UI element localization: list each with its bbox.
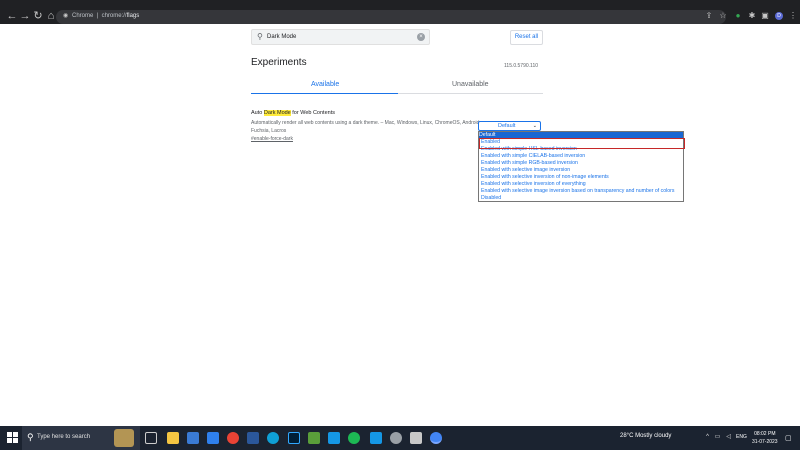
weather-widget[interactable]: 28°C Mostly cloudy — [620, 433, 671, 439]
option-selective-everything[interactable]: Enabled with selective inversion of ever… — [481, 181, 683, 188]
search-match-highlight: Dark Mode — [263, 110, 291, 116]
notification-icon[interactable]: ▢ — [785, 434, 792, 442]
profile-avatar[interactable]: D — [775, 12, 783, 20]
option-enabled-cielab[interactable]: Enabled with simple CIELAB-based inversi… — [481, 153, 683, 160]
flag-title-suffix: for Web Contents — [290, 110, 335, 116]
reset-all-button[interactable]: Reset all — [510, 30, 543, 45]
address-bar[interactable]: ◉ Chrome | chrome://flags — [56, 10, 726, 24]
task-view-icon[interactable] — [145, 432, 157, 444]
version-label: 115.0.5790.110 — [504, 63, 539, 69]
flags-page — [0, 24, 800, 426]
clear-search-icon[interactable]: × — [417, 33, 425, 41]
option-enabled-rgb[interactable]: Enabled with simple RGB-based inversion — [481, 160, 683, 167]
photoshop-icon[interactable] — [288, 432, 300, 444]
select-value: Default — [498, 123, 516, 129]
search-icon: ⚲ — [27, 432, 34, 442]
url-text: Chrome | chrome://flags — [72, 13, 140, 19]
option-selective-transparency[interactable]: Enabled with selective image inversion b… — [481, 188, 683, 195]
file-explorer-icon[interactable] — [167, 432, 179, 444]
settings-gear-icon[interactable] — [390, 432, 402, 444]
windows-taskbar: ⚲ Type here to search 28°C Mostly cloudy… — [0, 426, 800, 450]
tab-unavailable[interactable]: Unavailable — [452, 81, 489, 88]
chrome-active-icon[interactable] — [430, 432, 442, 444]
page-title: Experiments — [251, 57, 307, 68]
store-icon[interactable] — [187, 432, 199, 444]
url-prefix: chrome:// — [101, 13, 127, 19]
clock[interactable]: 08:02 PM 31-07-2023 — [752, 430, 778, 446]
app-icon[interactable] — [410, 432, 422, 444]
menu-dots-icon[interactable]: ⋮ — [789, 12, 797, 20]
search-highlight-image-icon[interactable] — [114, 429, 134, 447]
extensions-puzzle-icon[interactable]: ✱ — [748, 12, 756, 20]
clock-date: 31-07-2023 — [752, 439, 778, 445]
active-tab-indicator — [251, 93, 398, 94]
share-icon[interactable]: ⇪ — [705, 12, 713, 20]
flag-anchor-link[interactable]: #enable-force-dark — [251, 136, 293, 142]
option-selective-non-image[interactable]: Enabled with selective inversion of non-… — [481, 174, 683, 181]
flag-description: Automatically render all web contents us… — [251, 120, 481, 134]
side-panel-icon[interactable]: ▣ — [761, 12, 769, 20]
bookmark-star-icon[interactable]: ☆ — [719, 12, 727, 20]
volume-icon[interactable]: ◁ — [725, 434, 732, 441]
language-indicator[interactable]: ENG — [736, 434, 747, 440]
notepad-icon[interactable] — [308, 432, 320, 444]
option-disabled[interactable]: Disabled — [481, 195, 683, 202]
network-icon[interactable]: ▭ — [714, 434, 721, 441]
url-path: flags — [126, 13, 140, 19]
windows-start-icon[interactable] — [7, 432, 18, 443]
chevron-up-icon[interactable]: ^ — [704, 434, 711, 441]
extension-green-icon[interactable]: ● — [734, 12, 742, 20]
url-site-label: Chrome — [72, 13, 94, 19]
enabled-option-highlight-box — [479, 138, 685, 149]
search-icon: ⚲ — [257, 32, 263, 41]
taskbar-search-placeholder: Type here to search — [37, 434, 91, 440]
chevron-down-icon: ⌄ — [532, 123, 537, 129]
skype-icon[interactable] — [328, 432, 340, 444]
spotify-icon[interactable] — [348, 432, 360, 444]
search-value: Dark Mode — [267, 34, 297, 40]
option-selective-image[interactable]: Enabled with selective image inversion — [481, 167, 683, 174]
search-flags-input[interactable]: ⚲ Dark Mode × — [251, 29, 430, 45]
tab-divider — [398, 93, 543, 94]
clock-time: 08:02 PM — [754, 431, 776, 437]
tab-available[interactable]: Available — [311, 81, 339, 88]
word-icon[interactable] — [247, 432, 259, 444]
flag-title-prefix: Auto — [251, 110, 264, 116]
mail-icon[interactable] — [207, 432, 219, 444]
site-info-icon[interactable]: ◉ — [63, 12, 68, 19]
reload-icon[interactable]: ↻ — [32, 10, 44, 22]
chrome-icon[interactable] — [227, 432, 239, 444]
skype-2-icon[interactable] — [370, 432, 382, 444]
back-arrow-icon[interactable]: ← — [6, 10, 18, 22]
flag-title: Auto Dark Mode for Web Contents — [251, 110, 335, 116]
edge-icon[interactable] — [267, 432, 279, 444]
forward-arrow-icon[interactable]: → — [19, 10, 31, 22]
flag-state-select[interactable]: Default ⌄ — [478, 121, 541, 131]
